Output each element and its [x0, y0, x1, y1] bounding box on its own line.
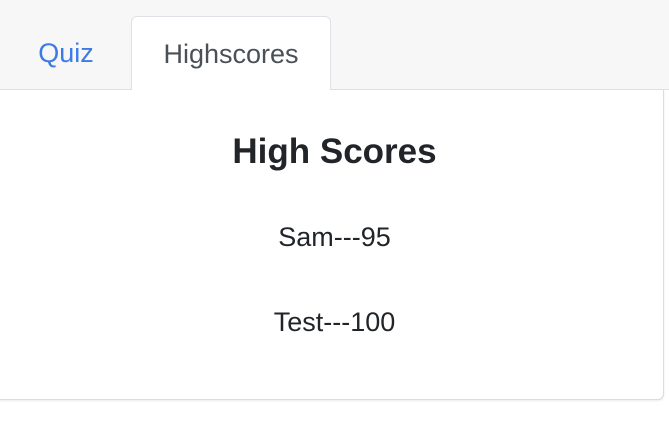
tab-bar: Quiz Highscores	[0, 0, 669, 91]
tab-highscores[interactable]: Highscores	[131, 16, 331, 91]
score-entry: Test---100	[273, 307, 396, 337]
tab-quiz[interactable]: Quiz	[0, 16, 132, 91]
score-entry: Sam---95	[278, 222, 391, 252]
page-title: High Scores	[232, 132, 437, 171]
